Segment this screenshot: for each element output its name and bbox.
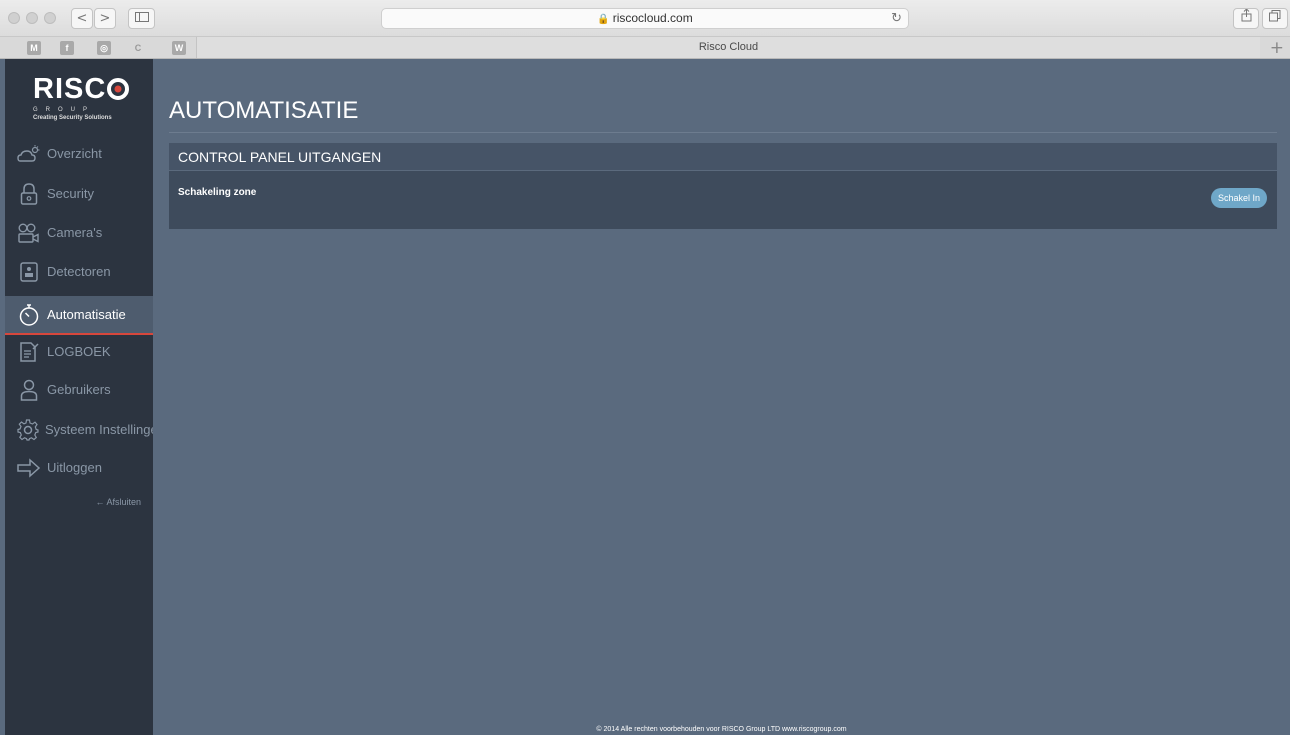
share-button[interactable]: [1233, 8, 1259, 29]
sidebar-item-label: Detectoren: [47, 264, 111, 279]
gear-icon: [17, 418, 39, 441]
reload-icon[interactable]: ↻: [891, 9, 902, 28]
page-title: AUTOMATISATIE: [169, 97, 359, 124]
new-tab-icon[interactable]: +: [1270, 38, 1284, 58]
logo-mark-icon: [107, 78, 130, 100]
title-divider: [169, 132, 1277, 133]
sidebar-item-detectoren[interactable]: Detectoren: [5, 252, 153, 291]
logo-group-text: GROUP: [33, 107, 96, 113]
sidebar-item-label: Automatisatie: [47, 307, 126, 322]
sidebar: RISC GROUP Creating Security Solutions O…: [5, 59, 153, 735]
sidebar-item-uitloggen[interactable]: Uitloggen: [5, 448, 153, 487]
back-button[interactable]: <: [71, 8, 93, 29]
url-text: riscocloud.com: [612, 11, 693, 25]
main-content: AUTOMATISATIE CONTROL PANEL UITGANGEN Sc…: [153, 59, 1290, 735]
stopwatch-icon: [17, 303, 41, 326]
sidebar-item-cameras[interactable]: Camera's: [5, 213, 153, 252]
lock-icon: [17, 182, 41, 205]
camera-icon: [17, 222, 41, 244]
sidebar-item-label: Security: [47, 186, 94, 201]
sidebar-item-security[interactable]: Security: [5, 174, 153, 213]
sidebar-item-logboek[interactable]: LOGBOEK: [5, 332, 153, 371]
favorite-facebook-icon[interactable]: f: [60, 41, 74, 55]
logo-slogan: Creating Security Solutions: [33, 115, 112, 121]
tabs-icon: [1269, 10, 1281, 22]
risco-logo: RISC GROUP Creating Security Solutions: [13, 73, 148, 133]
sidebar-toggle-button[interactable]: [128, 8, 155, 29]
sidebar-item-label: LOGBOEK: [47, 344, 111, 359]
logbook-icon: [17, 341, 41, 363]
sidebar-item-label: Uitloggen: [47, 460, 102, 475]
lock-icon: 🔒: [597, 14, 610, 25]
favorite-instagram-icon[interactable]: ◎: [97, 41, 111, 55]
detector-icon: [17, 261, 41, 283]
outputs-panel: CONTROL PANEL UITGANGEN Schakeling zone …: [169, 143, 1277, 229]
sidebar-item-label: Systeem Instellingen: [45, 422, 153, 437]
logout-arrow-icon: [17, 457, 41, 479]
favorite-mail-icon[interactable]: M: [27, 41, 41, 55]
sidebar-item-systeem-instellingen[interactable]: Systeem Instellingen: [5, 410, 153, 449]
apple-icon[interactable]: [6, 41, 20, 55]
sidebar-item-automatisatie[interactable]: Automatisatie: [5, 296, 153, 335]
close-sidebar-link[interactable]: ← Afsluiten: [95, 497, 141, 507]
tab-risco-cloud[interactable]: Risco Cloud: [196, 37, 1260, 58]
zoom-window-button[interactable]: [44, 12, 56, 24]
minimize-window-button[interactable]: [26, 12, 38, 24]
share-icon: [1241, 8, 1251, 22]
switch-on-button[interactable]: Schakel In: [1210, 188, 1267, 208]
favorite-c-icon[interactable]: C: [131, 41, 145, 55]
logo-brand: RISC: [33, 73, 130, 106]
forward-button[interactable]: >: [94, 8, 116, 29]
sidebar-icon: [134, 12, 149, 22]
panel-heading: CONTROL PANEL UITGANGEN: [169, 143, 1277, 171]
close-window-button[interactable]: [8, 12, 20, 24]
output-label: Schakeling zone: [178, 187, 257, 198]
browser-toolbar: < > 🔒 riscocloud.com ↻: [0, 0, 1290, 37]
address-bar[interactable]: 🔒 riscocloud.com ↻: [381, 8, 909, 29]
sidebar-item-overzicht[interactable]: Overzicht: [5, 134, 153, 173]
tab-bar: M f ◎ C W Risco Cloud +: [0, 37, 1290, 59]
sidebar-item-label: Camera's: [47, 225, 103, 240]
cloud-sun-icon: [17, 143, 41, 165]
sidebar-item-label: Gebruikers: [47, 382, 111, 397]
tabs-overview-button[interactable]: [1262, 8, 1288, 29]
sidebar-item-label: Overzicht: [47, 146, 102, 161]
list-item: Schakeling zone Schakel In: [169, 171, 1277, 228]
favorite-w-icon[interactable]: W: [172, 41, 186, 55]
copyright-footer: © 2014 Alle rechten voorbehouden voor RI…: [596, 726, 847, 733]
sidebar-item-gebruikers[interactable]: Gebruikers: [5, 370, 153, 409]
user-icon: [17, 379, 41, 401]
